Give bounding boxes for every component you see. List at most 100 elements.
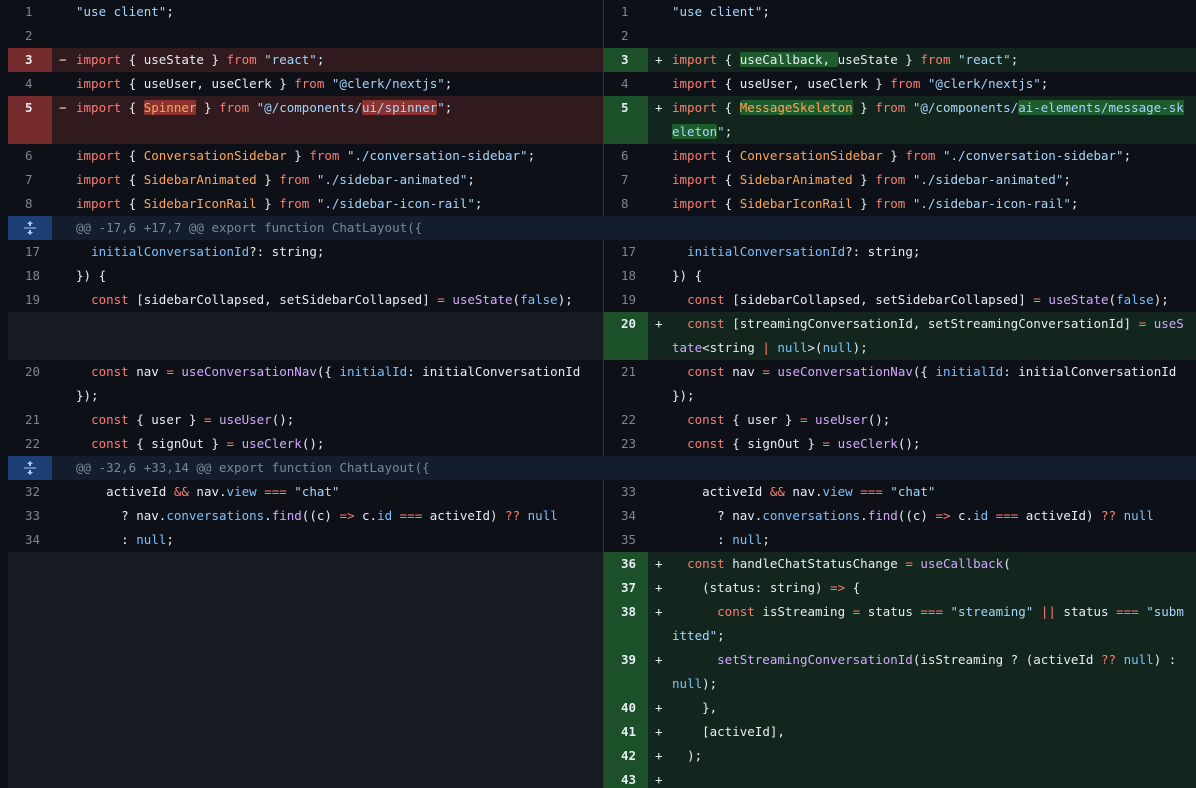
code-token: ;	[1040, 76, 1049, 91]
diff-line: 17 initialConversationId?: string;	[8, 240, 603, 264]
line-number[interactable]: 18	[8, 264, 52, 288]
code-token: {	[717, 100, 740, 115]
diff-line: 34 ? nav.conversations.find((c) => c.id …	[604, 504, 1196, 528]
line-number[interactable]: 3	[604, 48, 648, 72]
line-number[interactable]: 36	[604, 552, 648, 576]
code-token: "./conversation-sidebar"	[346, 148, 528, 163]
diff-line: 18}) {	[8, 264, 603, 288]
code-token: ) :	[1153, 652, 1184, 667]
line-number[interactable]: 17	[604, 240, 648, 264]
line-number[interactable]: 41	[604, 720, 648, 744]
code-token: useCallback,	[739, 52, 838, 67]
code-token: =	[166, 364, 174, 379]
line-number[interactable]: 2	[604, 24, 648, 48]
line-code: const { user } = useUser();	[76, 408, 593, 432]
added-marker: +	[655, 316, 663, 331]
code-token: ===	[399, 508, 423, 523]
line-number[interactable]: 6	[8, 144, 52, 168]
line-number[interactable]: 17	[8, 240, 52, 264]
line-number[interactable]: 8	[604, 192, 648, 216]
code-token: useState	[452, 292, 513, 307]
line-number[interactable]: 34	[604, 504, 648, 528]
code-token: ();	[867, 412, 891, 427]
line-number[interactable]: 22	[8, 432, 52, 456]
line-code: (status: string) => {	[672, 576, 1186, 600]
line-code: import { SidebarAnimated } from "./sideb…	[76, 168, 593, 192]
line-number[interactable]: 33	[604, 480, 648, 504]
line-number[interactable]: 3	[8, 48, 52, 72]
line-number[interactable]: 2	[8, 24, 52, 48]
line-number[interactable]: 40	[604, 696, 648, 720]
code-token: =>	[935, 508, 951, 523]
line-number[interactable]: 33	[8, 504, 52, 528]
line-number[interactable]: 7	[8, 168, 52, 192]
line-number[interactable]: 20	[8, 360, 52, 408]
code-token: =	[822, 436, 831, 451]
code-token: }	[256, 196, 280, 211]
code-token: ;	[467, 172, 475, 187]
line-number[interactable]: 4	[8, 72, 52, 96]
line-number[interactable]: 37	[604, 576, 648, 600]
line-number[interactable]: 18	[604, 264, 648, 288]
line-code: const nav = useConversationNav({ initial…	[672, 360, 1186, 408]
line-number[interactable]: 38	[604, 600, 648, 648]
expand-icon[interactable]	[8, 456, 52, 480]
line-number[interactable]: 19	[8, 288, 52, 312]
line-code: const isStreaming = status === "streamin…	[672, 600, 1186, 648]
line-number[interactable]: 35	[604, 528, 648, 552]
code-token: ui/spinner	[362, 100, 438, 115]
expand-icon[interactable]	[8, 216, 52, 240]
line-number[interactable]: 23	[604, 432, 648, 456]
line-number[interactable]: 43	[604, 768, 648, 788]
line-number[interactable]: 42	[604, 744, 648, 768]
line-number[interactable]: 32	[8, 480, 52, 504]
code-token: ;	[717, 628, 725, 643]
code-token: import	[672, 196, 718, 211]
line-number[interactable]: 5	[604, 96, 648, 144]
line-number[interactable]: 1	[604, 0, 648, 24]
code-token: nav	[724, 364, 763, 379]
line-number[interactable]: 19	[604, 288, 648, 312]
line-number[interactable]: 6	[604, 144, 648, 168]
line-number[interactable]: 21	[8, 408, 52, 432]
line-number[interactable]: 1	[8, 0, 52, 24]
code-token: ();	[897, 436, 921, 451]
diff-line: 1 "use client";	[8, 0, 603, 24]
code-token: =	[905, 556, 913, 571]
line-number[interactable]: 20	[604, 312, 648, 360]
diff-line: 22 const { user } = useUser();	[604, 408, 1196, 432]
code-token: ;	[474, 196, 483, 211]
code-token: { signOut }	[128, 436, 227, 451]
code-token: .	[264, 508, 272, 523]
code-token: &&	[173, 484, 189, 499]
code-token: =	[799, 412, 808, 427]
line-number[interactable]: 39	[604, 648, 648, 696]
diff-line: 38 + const isStreaming = status === "stre…	[604, 600, 1196, 648]
code-token: >(	[807, 340, 823, 355]
code-token: useConversationNav	[181, 364, 317, 379]
diff-line: 20 + const [streamingConversationId, setS…	[604, 312, 1196, 360]
hunk-header: @@ -17,6 +17,7 @@ export function ChatLa…	[8, 216, 1196, 240]
diff-line: 19 const [sidebarCollapsed, setSidebarCo…	[604, 288, 1196, 312]
code-token: from	[294, 76, 325, 91]
line-number[interactable]: 22	[604, 408, 648, 432]
line-code: import { SidebarAnimated } from "./sideb…	[672, 168, 1186, 192]
code-token: "./sidebar-icon-rail"	[912, 196, 1071, 211]
line-number[interactable]: 7	[604, 168, 648, 192]
line-number[interactable]: 5	[8, 96, 52, 144]
code-token: import	[672, 148, 718, 163]
line-code: ? nav.conversations.find((c) => c.id ===…	[672, 504, 1186, 528]
line-number[interactable]: 4	[604, 72, 648, 96]
code-token: import	[76, 148, 122, 163]
line-number[interactable]: 8	[8, 192, 52, 216]
diff-line: 32 activeId && nav.view === "chat"	[8, 480, 603, 504]
code-token: initialId	[339, 364, 408, 379]
line-number[interactable]: 34	[8, 528, 52, 552]
line-number[interactable]: 21	[604, 360, 648, 408]
